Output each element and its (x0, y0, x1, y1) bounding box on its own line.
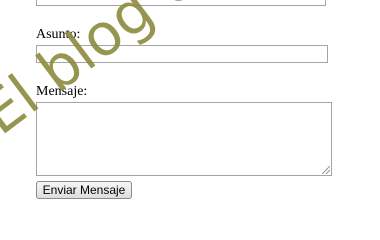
resize-grip-icon[interactable] (322, 166, 330, 174)
mensaje-label: Mensaje: (36, 84, 88, 99)
enviar-mensaje-button[interactable]: Enviar Mensaje (36, 181, 132, 199)
asunto-label: Asunto: (36, 27, 81, 42)
mensaje-textarea[interactable] (36, 102, 332, 176)
previous-input-field[interactable] (36, 0, 326, 6)
asunto-input[interactable] (36, 45, 328, 63)
